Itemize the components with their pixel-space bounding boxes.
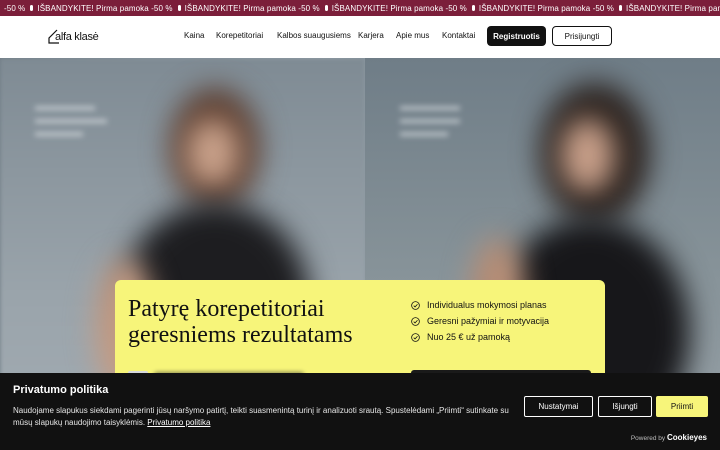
check-circle-icon	[411, 332, 420, 342]
feature-list: Individualus mokymosi planas Geresni paž…	[411, 297, 549, 345]
hero-person-left-face	[185, 118, 240, 188]
site-header: alfa klasė Kaina Korepetitoriai Kalbos s…	[0, 16, 720, 58]
promo-ticker-text: -50 %	[4, 3, 26, 13]
check-circle-icon	[411, 316, 420, 326]
feature-label: Individualus mokymosi planas	[427, 300, 547, 310]
feature-item: Nuo 25 € už pamoką	[411, 329, 549, 345]
cookie-settings-button[interactable]: Nustatymai	[524, 396, 593, 417]
feature-item: Geresni pažymiai ir motyvacija	[411, 313, 549, 329]
cookie-description: Naudojame slapukus siekdami pagerinti jū…	[13, 406, 509, 427]
nav-item-korepetitoriai[interactable]: Korepetitoriai	[216, 31, 263, 40]
promo-ticker-item: IŠBANDYKITE! Pirma pamoka -50 %	[185, 4, 332, 13]
powered-by[interactable]: Powered by Cookieyes	[631, 433, 707, 442]
feature-label: Geresni pažymiai ir motyvacija	[427, 316, 550, 326]
promo-ticker-text: IŠBANDYKITE! Pirma pamoka -50 %	[37, 3, 173, 13]
promo-ticker-item: IŠBANDYKITE! Pirma pamoka -50 %	[332, 4, 479, 13]
check-circle-icon	[411, 300, 420, 310]
powered-by-prefix: Powered by	[630, 435, 666, 442]
promo-ticker-item: -50 %	[4, 4, 37, 13]
ticker-separator-icon	[324, 5, 328, 11]
cookie-banner: Privatumo politika Naudojame slapukus si…	[0, 373, 720, 450]
promo-ticker-item: IŠBANDYKITE! Pirma pamoka -50 %	[479, 4, 626, 13]
promo-ticker: -50 % IŠBANDYKITE! Pirma pamoka -50 % IŠBA…	[0, 0, 720, 16]
ticker-separator-icon	[619, 5, 623, 11]
promo-ticker-item: IŠBANDYKITE! Pirma pamoka -50 %	[37, 4, 184, 13]
cookie-disable-button[interactable]: Išjungti	[598, 396, 652, 417]
cookie-text: Naudojame slapukus siekdami pagerinti jū…	[13, 405, 523, 429]
promo-ticker-text: IŠBANDYKITE! Pirma pamoka -50 %	[184, 3, 320, 13]
promo-ticker-item: IŠBANDYKITE! Pirma pamoka -50 %	[626, 4, 720, 13]
promo-ticker-text: IŠBANDYKITE! Pirma pamoka -50 %	[626, 3, 720, 13]
privacy-policy-link[interactable]: Privatumo politika	[147, 418, 210, 427]
hero-wall-decoration: ▬▬▬▬▬ ▬▬▬▬▬▬ ▬▬▬▬	[35, 99, 107, 139]
logo-text: alfa klasė	[55, 31, 99, 43]
promo-ticker-track: -50 % IŠBANDYKITE! Pirma pamoka -50 % IŠBA…	[4, 0, 720, 16]
logo[interactable]: alfa klasė	[47, 27, 99, 47]
feature-item: Individualus mokymosi planas	[411, 297, 549, 313]
nav-item-kaina[interactable]: Kaina	[184, 31, 204, 40]
hero-wall-decoration: ▬▬▬▬▬ ▬▬▬▬▬ ▬▬▬▬	[400, 99, 460, 139]
hero-title: Patyrę korepetitoriai geresniems rezulta…	[128, 296, 353, 348]
cookie-title: Privatumo politika	[13, 384, 109, 396]
promo-ticker-text: IŠBANDYKITE! Pirma pamoka -50 %	[331, 3, 467, 13]
nav-item-kontaktai[interactable]: Kontaktai	[442, 31, 475, 40]
hero-person-right-face	[560, 118, 615, 193]
ticker-separator-icon	[471, 5, 475, 11]
cookie-accept-button[interactable]: Priimti	[656, 396, 708, 417]
ticker-separator-icon	[30, 5, 34, 11]
feature-label: Nuo 25 € už pamoką	[427, 332, 511, 342]
nav-item-karjera[interactable]: Karjera	[358, 31, 384, 40]
ticker-separator-icon	[177, 5, 181, 11]
nav-item-kalbos-suaugusiems[interactable]: Kalbos suaugusiems	[277, 31, 351, 40]
login-button[interactable]: Prisijungti	[552, 26, 612, 46]
register-button[interactable]: Registruotis	[487, 26, 546, 46]
promo-ticker-text: IŠBANDYKITE! Pirma pamoka -50 %	[478, 3, 615, 13]
cookieyes-logo: Cookieyes	[666, 433, 707, 442]
nav-item-apie-mus[interactable]: Apie mus	[396, 31, 429, 40]
